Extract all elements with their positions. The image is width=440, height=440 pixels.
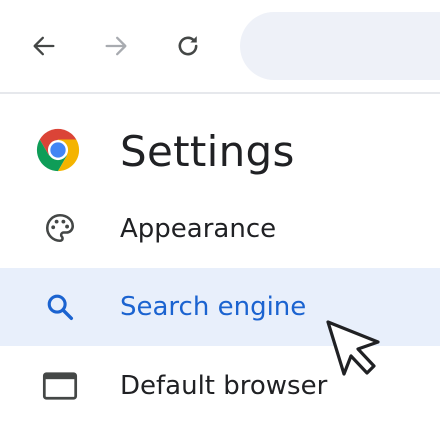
menu-item-label: Appearance: [120, 214, 277, 244]
settings-window: Settings Appearance Search engine Defaul…: [0, 0, 440, 440]
palette-icon: [40, 208, 80, 248]
arrow-left-icon: [33, 36, 55, 56]
browser-window-icon: [40, 366, 80, 406]
toolbar-divider: [0, 92, 440, 94]
page-title: Settings: [120, 127, 295, 176]
address-bar[interactable]: [240, 12, 440, 80]
forward-button[interactable]: [94, 24, 138, 68]
mouse-pointer-icon: [326, 320, 380, 376]
browser-toolbar: [0, 0, 440, 92]
menu-item-label: Search engine: [120, 292, 307, 322]
reload-button[interactable]: [166, 24, 210, 68]
back-button[interactable]: [22, 24, 66, 68]
search-icon: [40, 287, 80, 327]
reload-icon: [178, 36, 198, 56]
menu-item-label: Default browser: [120, 371, 328, 401]
menu-item-appearance[interactable]: Appearance: [0, 190, 440, 268]
arrow-right-icon: [105, 36, 127, 56]
chrome-logo: [36, 128, 80, 172]
